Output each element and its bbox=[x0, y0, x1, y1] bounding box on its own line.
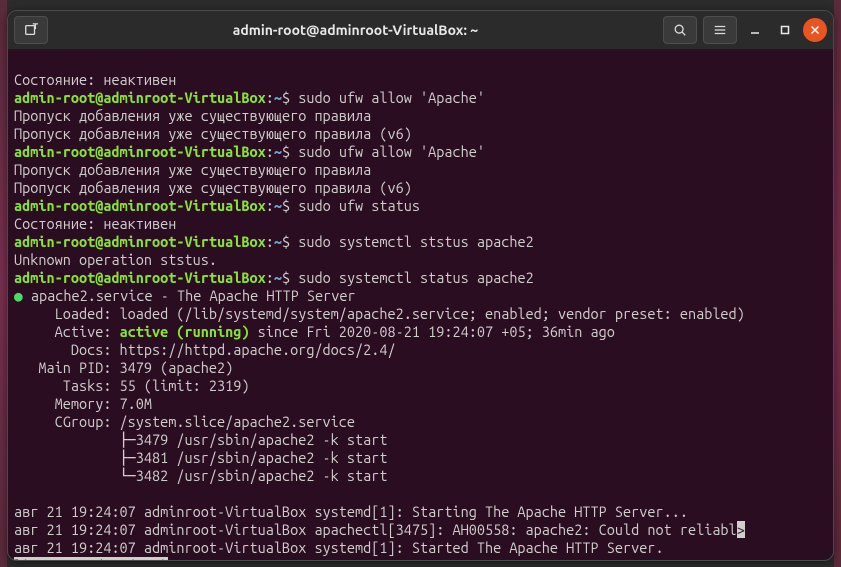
prompt-path: ~ bbox=[274, 89, 282, 106]
prompt-user: admin-root@adminroot-VirtualBox bbox=[14, 269, 266, 286]
minimize-button[interactable] bbox=[743, 18, 767, 42]
active-status: active (running) bbox=[120, 323, 250, 340]
line-continuation-marker: > bbox=[737, 521, 745, 538]
menu-button[interactable] bbox=[703, 16, 737, 44]
prompt-path: ~ bbox=[274, 269, 282, 286]
desktop-wallpaper-right bbox=[834, 0, 841, 567]
output-line: Пропуск добавления уже существующего пра… bbox=[14, 161, 371, 178]
output-line: Memory: 7.0M bbox=[14, 395, 152, 412]
prompt-path: ~ bbox=[274, 143, 282, 160]
command-text: sudo systemctl status apache2 bbox=[298, 269, 533, 286]
output-line: since Fri 2020-08-21 19:24:07 +05; 36min… bbox=[249, 323, 614, 340]
close-button[interactable] bbox=[803, 18, 827, 42]
maximize-icon bbox=[780, 25, 790, 35]
prompt-symbol: $ bbox=[282, 143, 290, 160]
command-text: sudo ufw allow 'Apache' bbox=[298, 143, 485, 160]
prompt-symbol: $ bbox=[282, 269, 290, 286]
prompt-user: admin-root@adminroot-VirtualBox bbox=[14, 143, 266, 160]
output-line: Состояние: неактивен bbox=[14, 215, 176, 232]
prompt-user: admin-root@adminroot-VirtualBox bbox=[14, 197, 266, 214]
close-icon bbox=[810, 25, 820, 35]
output-line: Docs: https://httpd.apache.org/docs/2.4/ bbox=[14, 341, 396, 358]
command-text: sudo ufw status bbox=[298, 197, 420, 214]
pager-status: lines 1-15/15 (END) bbox=[14, 557, 168, 561]
titlebar: admin-root@adminroot-VirtualBox: ~ bbox=[8, 11, 833, 50]
terminal-output[interactable]: Состояние: неактивен admin-root@adminroo… bbox=[8, 50, 833, 561]
command-text: sudo systemctl ststus apache2 bbox=[298, 233, 533, 250]
window-title: admin-root@adminroot-VirtualBox: ~ bbox=[48, 22, 663, 38]
output-line: авг 21 19:24:07 adminroot-VirtualBox apa… bbox=[14, 521, 737, 538]
maximize-button[interactable] bbox=[773, 18, 797, 42]
output-line: Пропуск добавления уже существующего пра… bbox=[14, 107, 371, 124]
output-line: ├─3479 /usr/sbin/apache2 -k start bbox=[14, 431, 388, 448]
prompt-path: ~ bbox=[274, 233, 282, 250]
output-line: авг 21 19:24:07 adminroot-VirtualBox sys… bbox=[14, 539, 664, 556]
output-line: Unknown operation ststus. bbox=[14, 251, 217, 268]
desktop-wallpaper-left bbox=[0, 0, 7, 567]
prompt-symbol: $ bbox=[282, 89, 290, 106]
output-line: Пропуск добавления уже существующего пра… bbox=[14, 179, 412, 196]
search-button[interactable] bbox=[663, 16, 697, 44]
prompt-symbol: $ bbox=[282, 197, 290, 214]
prompt-symbol: $ bbox=[282, 233, 290, 250]
hamburger-icon bbox=[713, 23, 727, 37]
output-line: CGroup: /system.slice/apache2.service bbox=[14, 413, 355, 430]
status-dot-icon: ● bbox=[14, 287, 23, 304]
search-icon bbox=[673, 23, 687, 37]
output-line: └─3482 /usr/sbin/apache2 -k start bbox=[14, 467, 388, 484]
output-line: Tasks: 55 (limit: 2319) bbox=[14, 377, 249, 394]
titlebar-right-controls bbox=[663, 16, 827, 44]
command-text: sudo ufw allow 'Apache' bbox=[298, 89, 485, 106]
output-line: Пропуск добавления уже существующего пра… bbox=[14, 125, 412, 142]
prompt-path: ~ bbox=[274, 197, 282, 214]
new-tab-icon bbox=[24, 23, 38, 37]
output-line: авг 21 19:24:07 adminroot-VirtualBox sys… bbox=[14, 503, 688, 520]
terminal-window: admin-root@adminroot-VirtualBox: ~ Состо… bbox=[7, 10, 834, 561]
output-line: Состояние: неактивен bbox=[14, 71, 176, 88]
prompt-user: admin-root@adminroot-VirtualBox bbox=[14, 233, 266, 250]
prompt-user: admin-root@adminroot-VirtualBox bbox=[14, 89, 266, 106]
output-line: ├─3481 /usr/sbin/apache2 -k start bbox=[14, 449, 388, 466]
output-line: Loaded: loaded (/lib/systemd/system/apac… bbox=[14, 305, 745, 322]
output-line: Main PID: 3479 (apache2) bbox=[14, 359, 233, 376]
new-tab-button[interactable] bbox=[14, 16, 48, 44]
output-line: apache2.service - The Apache HTTP Server bbox=[23, 287, 356, 304]
titlebar-left-controls bbox=[14, 16, 48, 44]
minimize-icon bbox=[750, 25, 760, 35]
output-line: Active: bbox=[14, 323, 120, 340]
